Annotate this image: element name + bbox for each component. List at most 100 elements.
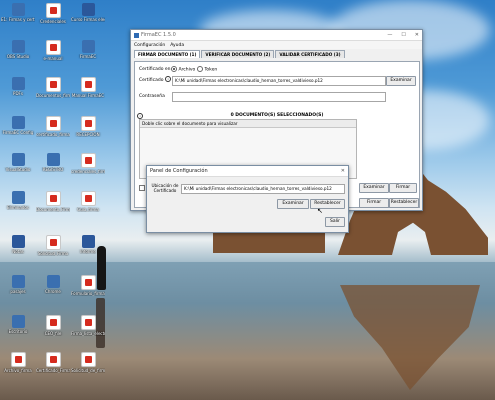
desktop-icon[interactable]: CEO_file [36,315,70,336]
tab-verificar-documento[interactable]: VERIFICAR DOCUMENTO (2) [201,50,275,58]
desktop-icon[interactable]: Chrome [36,275,70,294]
documents-header: 0 DOCUMENTO(S) SELECCIONADO(S) [230,113,324,118]
radio-archivo[interactable]: Archivo [171,66,195,73]
ubicacion-path-field[interactable]: K:\Mi unidad\Firmas electronicas\claudio… [181,184,345,194]
minimize-icon[interactable]: — [387,32,392,38]
desktop-icon[interactable]: certificado_firma [36,116,70,137]
restablecer-main-button[interactable]: Restablecer [389,198,419,208]
dialog-close-icon[interactable]: ✕ [341,168,345,174]
contrasena-label: Contraseña [139,94,165,99]
desktop-icon[interactable]: Curso Firmas electrónicas [71,3,105,22]
certificado-path-field[interactable]: K:\Mi unidad\Firmas electronicas\claudio… [172,76,386,86]
desktop-icon-label: RECEPCIÓN [76,132,100,137]
application-icon [11,191,25,204]
desktop-icon-label: Curso Firmas electrónicas [71,17,105,22]
tab-validar-certificado[interactable]: VALIDAR CERTIFICADO (3) [275,50,345,58]
desktop-icon-label: Firma_lista_electronica [71,331,105,336]
pdf-file-icon [45,3,61,18]
desktop-icon[interactable]: Archivo_firma [1,352,35,373]
radio-token-icon [197,66,203,72]
dialog-examinar-button[interactable]: Examinar [277,199,309,209]
pdf-file-icon [45,191,61,206]
desktop-icon[interactable]: Eliminados [1,191,35,210]
desktop-icon[interactable]: e-manual [36,40,70,61]
desktop-icon[interactable]: Formulario_firmado [71,275,105,296]
desktop-icon-label: Manual FirmaEC [71,93,105,98]
certificado-label: Certificado [139,78,164,83]
desktop-icon[interactable]: Credenciales [36,3,70,24]
application-icon [11,153,25,166]
dialog-salir-button[interactable]: Salir [325,217,345,227]
desktop-icon[interactable]: OBS Studio [1,40,35,59]
application-icon [11,116,25,129]
desktop-icon[interactable]: PDFs [1,77,35,96]
radio-archivo-label: Archivo [178,67,196,73]
document-icon [81,235,95,248]
pdf-file-icon [80,77,96,92]
pdf-file-icon [10,352,26,367]
pdf-file-icon [80,315,96,330]
application-icon [46,153,60,166]
desktop-icon[interactable]: pasajes [1,275,35,294]
firmar-top-button[interactable]: Firmar [389,183,417,193]
mouse-cursor-icon: ↖ [317,207,323,215]
desktop-icon[interactable]: Solicitud_Firma [36,235,70,256]
desktop-icon[interactable]: Escritorio [1,315,35,334]
desktop-icon[interactable]: credenciales_firmado [71,153,105,174]
contrasena-field[interactable] [172,92,386,102]
desktop-icon[interactable]: Notas [1,235,35,254]
desktop-icon[interactable]: Guía_firma [71,191,105,212]
desktop-icon-label: Formulario_firmado [71,291,105,296]
radio-token-label: Token [204,67,218,73]
application-icon [11,275,25,288]
close-icon[interactable]: ✕ [415,32,419,38]
desktop-icon-label: Certificado_Firma [36,368,70,373]
desktop-icon[interactable]: FirmaEC Config [1,116,35,135]
desktop-icon-label: E1: Firmas y cert. [1,17,35,22]
desktop-icon-label: Documentos_firmados [36,93,70,98]
desktop-icon-label: Notas [12,249,24,254]
desktop-icon[interactable]: RECEPCIÓN [71,116,105,137]
desktop-icon[interactable]: Informe [71,235,105,254]
info-icon: i [165,76,171,82]
desktop-icon-label: VisualStudio [5,167,31,172]
desktop-icon[interactable]: Firma_lista_electronica [71,315,105,336]
documents-hint: Doble clic sobre el documento para visua… [140,120,356,128]
dialog-body: Ubicación de Certificado K:\Mi unidad\Fi… [147,177,348,232]
radio-token[interactable]: Token [197,66,217,73]
tab-firmar-documento[interactable]: FIRMAR DOCUMENTO (1) [134,50,201,58]
desktop-icon[interactable]: Certificado_Firma [36,352,70,373]
desktop-icon-label: e-manual [43,56,63,61]
desktop-icon-label: FirmaEC [79,54,97,59]
desktop-icon[interactable]: Documento_Firma [36,191,70,212]
desktop-icon-label: Guía_firma [77,207,99,212]
desktop-icon[interactable]: Documentos_firmados [36,77,70,98]
application-icon [11,315,25,328]
dialog-restablecer-button[interactable]: Restablecer [310,199,345,209]
menu-configuracion[interactable]: Configuración [134,43,165,48]
app-icon [134,32,139,38]
desktop-icon-label: credenciales_firmado [71,169,105,174]
desktop-icon[interactable]: FirmaEC [71,40,105,59]
desktop-icon[interactable]: VisualStudio [1,153,35,172]
pdf-file-icon [80,116,96,131]
application-icon [11,77,25,90]
checkbox[interactable] [139,185,145,191]
desktop-icon[interactable]: Manual FirmaEC [71,77,105,98]
firmar-button[interactable]: Firmar [359,198,389,208]
menu-ayuda[interactable]: Ayuda [170,43,184,48]
pdf-file-icon [80,275,96,290]
desktop-icon[interactable]: E1: Firmas y cert. [1,3,35,22]
examinar-docs-button[interactable]: Examinar [359,183,389,193]
desktop-icon[interactable]: REGISTRO [36,153,70,172]
maximize-icon[interactable]: ☐ [401,32,405,38]
desktop-icon[interactable]: Solicitud_de_firma [71,352,105,373]
document-icon [81,3,95,16]
desktop-icon-label: Solicitud_de_firma [71,368,105,373]
pdf-file-icon [45,77,61,92]
dialog-title-bar: Panel de Configuración ✕ [147,166,348,177]
pdf-file-icon [45,40,61,55]
desktop-icon-label: Credenciales [40,19,66,24]
examinar-cert-button[interactable]: Examinar [386,76,416,86]
desktop-icon-label: Eliminados [7,205,29,210]
